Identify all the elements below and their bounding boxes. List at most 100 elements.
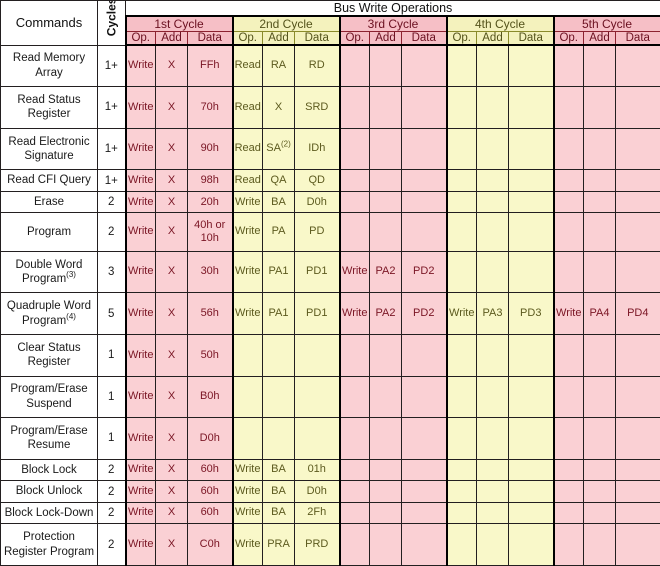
cell-c5-add bbox=[583, 127, 616, 171]
cell-c4-op bbox=[445, 375, 477, 419]
cell-c3-data bbox=[401, 480, 447, 503]
cell-c3-add bbox=[369, 375, 402, 419]
cell-c4-add bbox=[476, 333, 509, 377]
cell-c4-add bbox=[476, 44, 509, 88]
cell-c5-op bbox=[552, 501, 584, 525]
command-name-cell: Quadruple Word Program(4) bbox=[0, 292, 98, 335]
cell-c4-op bbox=[445, 523, 477, 566]
cell-c3-op bbox=[338, 44, 370, 88]
cell-c1-op: Write bbox=[124, 190, 156, 214]
cell-c3-op bbox=[338, 86, 370, 129]
command-name-line2: Program(4) bbox=[22, 311, 76, 327]
command-footnote-marker: (4) bbox=[66, 311, 76, 321]
cell-c5-add bbox=[583, 212, 616, 252]
cell-c3-data: PD2 bbox=[401, 250, 447, 294]
cell-c1-add: X bbox=[155, 480, 188, 503]
cell-c3-add: PA2 bbox=[369, 250, 402, 294]
cell-c2-op: Read bbox=[231, 169, 263, 192]
cell-c5-data bbox=[614, 190, 660, 214]
cell-c4-add bbox=[476, 250, 509, 294]
command-name-line1: Clear Status bbox=[17, 341, 81, 354]
cell-c3-op bbox=[338, 212, 370, 252]
command-name-cell: Read Memory Array bbox=[0, 44, 98, 88]
header-cycle-group-4: 4th Cycle bbox=[445, 15, 554, 32]
cell-c2-data bbox=[294, 333, 340, 377]
cell-c2-op: Read bbox=[231, 86, 263, 129]
command-name-cell: Program bbox=[0, 212, 98, 252]
cell-c4-op bbox=[445, 250, 477, 294]
cell-c3-op bbox=[338, 417, 370, 460]
cell-c2-add: BA bbox=[262, 458, 295, 482]
cell-c5-add bbox=[583, 190, 616, 214]
cell-c4-op bbox=[445, 169, 477, 192]
cell-c5-op bbox=[552, 190, 584, 214]
header-subcol-2-data: Data bbox=[294, 31, 340, 46]
cell-c5-data bbox=[614, 127, 660, 171]
cell-c5-op bbox=[552, 127, 584, 171]
command-name-cell: Block Unlock bbox=[0, 480, 98, 503]
cell-c2-add: QA bbox=[262, 169, 295, 192]
cell-c3-data bbox=[401, 169, 447, 192]
cell-c4-add bbox=[476, 86, 509, 129]
cell-c1-add: X bbox=[155, 169, 188, 192]
header-subcol-1-add: Add bbox=[155, 31, 188, 46]
header-subcol-1-op: Op. bbox=[124, 31, 156, 46]
cell-c1-add: X bbox=[155, 250, 188, 294]
cell-c3-op: Write bbox=[338, 292, 370, 335]
header-cycle-group-2: 2nd Cycle bbox=[231, 15, 340, 32]
cell-c3-add bbox=[369, 190, 402, 214]
command-name-line1: Program bbox=[26, 225, 72, 238]
header-cycles-label: Cycles bbox=[104, 0, 119, 36]
table-row: Read Memory Array 1+ Write X FFh Read RA RD bbox=[0, 44, 660, 88]
cell-c3-data bbox=[401, 375, 447, 419]
cell-c5-data bbox=[614, 501, 660, 525]
cell-c2-data: PD1 bbox=[294, 292, 340, 335]
cell-c4-add bbox=[476, 523, 509, 566]
cell-c4-op bbox=[445, 127, 477, 171]
cell-c4-op: Write bbox=[445, 292, 477, 335]
cell-c4-data bbox=[508, 333, 554, 377]
command-name-line2: Array bbox=[35, 66, 63, 79]
cell-c5-add bbox=[583, 44, 616, 88]
cell-c5-op bbox=[552, 44, 584, 88]
cell-c4-add bbox=[476, 375, 509, 419]
command-name-line1: Read Status bbox=[17, 94, 81, 107]
command-name-line2: Signature bbox=[24, 150, 74, 163]
cell-c4-data bbox=[508, 190, 554, 214]
cell-c4-add bbox=[476, 417, 509, 460]
command-name-cell: Read Status Register bbox=[0, 86, 98, 129]
cell-c4-op bbox=[445, 458, 477, 482]
cell-c5-data bbox=[614, 333, 660, 377]
cell-c2-add: PA1 bbox=[262, 250, 295, 294]
cell-c2-add: BA bbox=[262, 190, 295, 214]
cell-c3-data bbox=[401, 127, 447, 171]
cell-c3-data bbox=[401, 86, 447, 129]
cell-c2-op: Read bbox=[231, 44, 263, 88]
cell-c1-op: Write bbox=[124, 458, 156, 482]
table-header: Commands Cycles Bus Write Operations 1st… bbox=[0, 0, 660, 46]
cell-c4-data bbox=[508, 250, 554, 294]
cell-c1-data: 60h bbox=[187, 458, 233, 482]
cell-c4-op bbox=[445, 333, 477, 377]
cell-c1-data: 50h bbox=[187, 333, 233, 377]
command-name-line1: Erase bbox=[33, 195, 65, 208]
cell-c5-op: Write bbox=[552, 292, 584, 335]
cell-c2-op: Write bbox=[231, 190, 263, 214]
command-name-cell: Read Electronic Signature bbox=[0, 127, 98, 171]
command-name-cell: Double Word Program(3) bbox=[0, 250, 98, 294]
table-row: Quadruple Word Program(4) 5 Write X 56h Write P… bbox=[0, 292, 660, 335]
header-cycle-group-1: 1st Cycle bbox=[124, 15, 233, 32]
cell-c2-add bbox=[262, 333, 295, 377]
cell-c2-data: RD bbox=[294, 44, 340, 88]
cell-c3-op bbox=[338, 480, 370, 503]
cell-c5-data bbox=[614, 375, 660, 419]
table-row: Program/Erase Resume 1 Write X D0h bbox=[0, 417, 660, 460]
cell-c1-op: Write bbox=[124, 375, 156, 419]
cycles-count-cell: 2 bbox=[97, 501, 126, 525]
command-name-cell: Erase bbox=[0, 190, 98, 214]
cell-c1-data: B0h bbox=[187, 375, 233, 419]
command-name-cell: Protection Register Program bbox=[0, 523, 98, 566]
bus-write-operations-table-container: Commands Cycles Bus Write Operations 1st… bbox=[0, 0, 660, 566]
cell-c3-op bbox=[338, 375, 370, 419]
cell-c3-op bbox=[338, 523, 370, 566]
